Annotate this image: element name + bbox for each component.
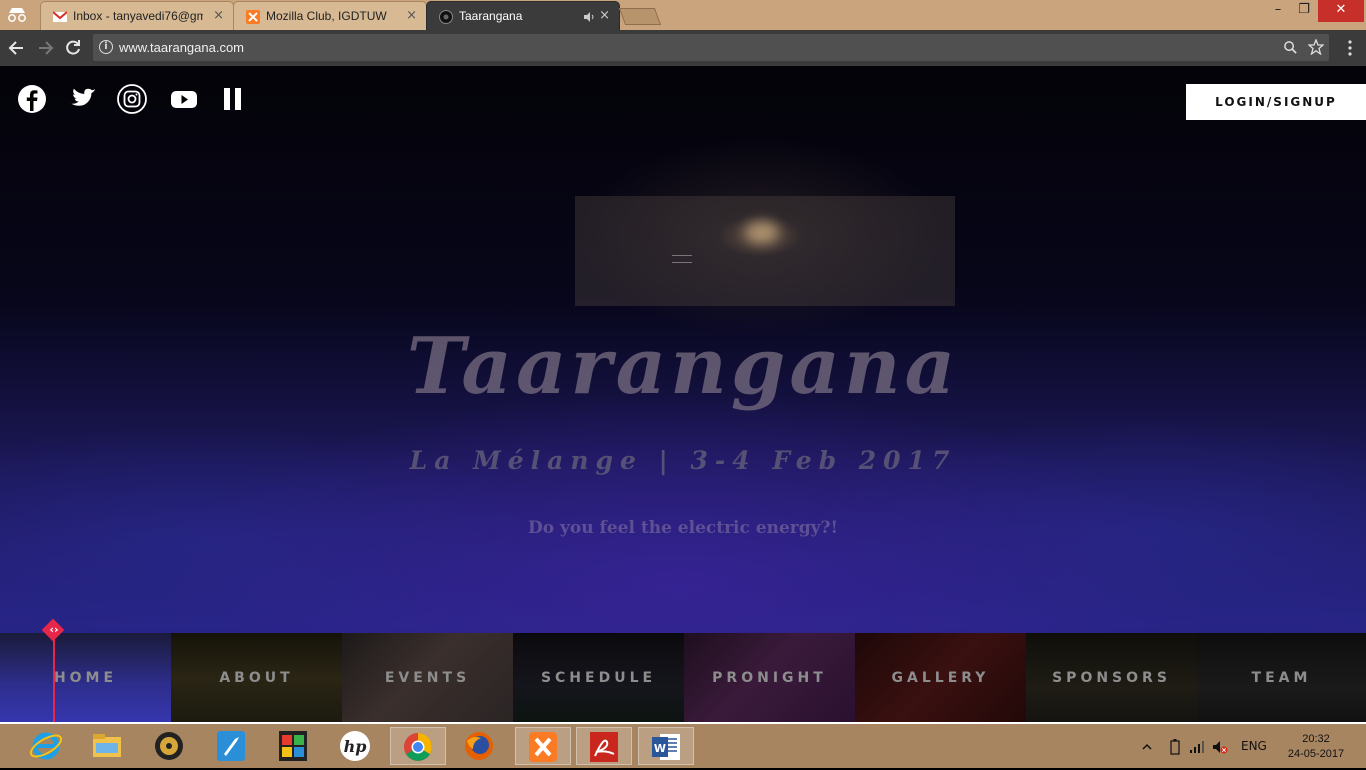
rocket-app-icon[interactable]: [205, 727, 257, 765]
tab-title: Inbox - tanyavedi76@gm: [73, 9, 203, 23]
zoom-icon[interactable]: [1283, 40, 1298, 55]
youtube-icon[interactable]: [169, 84, 199, 114]
facebook-icon[interactable]: [17, 84, 47, 114]
firefox-icon[interactable]: [453, 727, 505, 765]
clock-date: 24-05-2017: [1287, 748, 1345, 760]
url-text[interactable]: www.taarangana.com: [119, 40, 244, 55]
close-window-button[interactable]: ✕: [1318, 0, 1364, 22]
puzzle-glyph: [279, 731, 307, 761]
hero-subtitle: La Mélange | 3-4 Feb 2017: [409, 446, 957, 475]
tab-title: Mozilla Club, IGDTUW: [266, 9, 387, 23]
bookmark-star-icon[interactable]: [1308, 39, 1324, 55]
acrobat-glyph: [590, 732, 618, 762]
xampp-icon[interactable]: [515, 727, 571, 765]
hero-title: Taarangana: [406, 321, 960, 412]
section-schedule[interactable]: SCHEDULE: [513, 633, 684, 723]
forward-icon[interactable]: [35, 38, 55, 58]
browser-toolbar: i www.taarangana.com: [0, 30, 1366, 66]
menu-toggle-icon[interactable]: [672, 255, 692, 263]
language-indicator[interactable]: ENG: [1241, 739, 1267, 753]
site-info-icon[interactable]: i: [99, 40, 113, 54]
taarangana-favicon-icon: [439, 10, 453, 24]
section-pronight[interactable]: PRONIGHT: [684, 633, 855, 723]
windows-taskbar: hp W ENG 20:32 24-05-2017: [0, 724, 1366, 768]
tab-close-icon[interactable]: ×: [406, 8, 417, 23]
speaker-icon[interactable]: [583, 11, 595, 23]
stage-light: [745, 221, 779, 243]
hero-page: LOGIN/SIGNUP Taarangana La Mélange | 3-4…: [0, 66, 1366, 724]
section-label: PRONIGHT: [712, 670, 827, 686]
speaker-disc-glyph: [155, 732, 183, 760]
tab-title: Taarangana: [459, 9, 523, 23]
section-sponsors[interactable]: SPONSORS: [1026, 633, 1197, 723]
show-hidden-icons-icon[interactable]: [1142, 742, 1152, 752]
section-label: TEAM: [1251, 670, 1312, 686]
section-about[interactable]: ABOUT: [171, 633, 342, 723]
section-marker-line: [53, 634, 55, 724]
login-signup-button[interactable]: LOGIN/SIGNUP: [1186, 84, 1366, 120]
media-player-icon[interactable]: [143, 727, 195, 765]
folder-glyph: [93, 734, 121, 757]
section-label: HOME: [53, 670, 118, 686]
stage-backdrop: [575, 196, 955, 306]
network-signal-icon[interactable]: [1189, 740, 1205, 754]
battery-icon[interactable]: [1170, 739, 1180, 755]
back-icon[interactable]: [7, 38, 27, 58]
twitter-icon[interactable]: [68, 84, 98, 114]
section-events[interactable]: EVENTS: [342, 633, 513, 723]
puzzle-app-icon[interactable]: [267, 727, 319, 765]
chrome-menu-icon[interactable]: [1347, 39, 1353, 57]
svg-text:hp: hp: [344, 737, 367, 756]
minimize-button[interactable]: –: [1266, 0, 1290, 22]
section-gallery[interactable]: GALLERY: [855, 633, 1026, 723]
word-icon[interactable]: W: [638, 727, 694, 765]
tab-close-icon[interactable]: ×: [599, 8, 610, 23]
reload-icon[interactable]: [63, 38, 83, 58]
restore-button[interactable]: ❐: [1292, 0, 1316, 22]
firefox-glyph: [465, 732, 493, 760]
system-clock[interactable]: 20:32 24-05-2017: [1279, 732, 1353, 762]
word-glyph: W: [652, 734, 680, 760]
volume-muted-icon[interactable]: [1212, 740, 1228, 754]
chrome-icon[interactable]: [390, 727, 446, 765]
chrome-glyph: [404, 733, 432, 761]
internet-explorer-glyph: [29, 732, 63, 760]
instagram-icon[interactable]: [117, 84, 147, 114]
gmail-icon: [53, 11, 67, 22]
browser-title-bar: Inbox - tanyavedi76@gm × Mozilla Club, I…: [0, 0, 1366, 30]
pause-icon[interactable]: [219, 84, 249, 114]
section-label: EVENTS: [384, 670, 471, 686]
xampp-favicon-icon: [246, 10, 260, 24]
hp-icon[interactable]: hp: [329, 727, 381, 765]
section-label: SPONSORS: [1052, 670, 1171, 686]
xampp-glyph: [529, 732, 557, 762]
incognito-icon: [8, 8, 26, 22]
section-marker-label: ‹›: [49, 623, 59, 636]
section-label: SCHEDULE: [540, 670, 657, 686]
section-label: GALLERY: [891, 670, 990, 686]
clock-time: 20:32: [1302, 733, 1330, 745]
new-tab-button[interactable]: [618, 8, 662, 25]
tab-taarangana[interactable]: Taarangana ×: [426, 1, 620, 30]
tab-gmail[interactable]: Inbox - tanyavedi76@gm ×: [40, 1, 234, 30]
tab-close-icon[interactable]: ×: [213, 8, 224, 23]
svg-text:W: W: [654, 742, 666, 755]
file-explorer-icon[interactable]: [81, 727, 133, 765]
internet-explorer-icon[interactable]: [20, 727, 72, 765]
address-bar[interactable]: i www.taarangana.com: [93, 34, 1329, 61]
section-nav: HOME ABOUT EVENTS SCHEDULE PRONIGHT GALL…: [0, 633, 1366, 723]
rocket-glyph: [217, 731, 245, 761]
section-label: ABOUT: [219, 670, 294, 686]
hero-tagline: Do you feel the electric energy?!: [528, 518, 838, 538]
section-team[interactable]: TEAM: [1197, 633, 1366, 723]
tab-mozilla-club[interactable]: Mozilla Club, IGDTUW ×: [233, 1, 427, 30]
acrobat-icon[interactable]: [576, 727, 632, 765]
section-home[interactable]: HOME: [0, 633, 171, 723]
hp-glyph: hp: [340, 731, 370, 761]
